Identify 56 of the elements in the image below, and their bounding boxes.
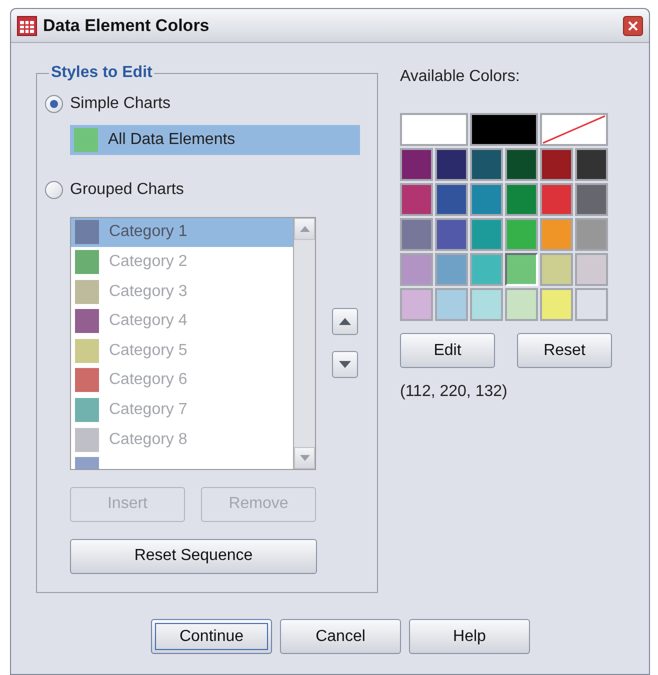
move-down-button[interactable] — [332, 351, 358, 378]
color-swatch[interactable] — [400, 288, 433, 321]
color-swatch[interactable] — [540, 183, 573, 216]
color-swatch[interactable] — [470, 218, 503, 251]
color-swatch[interactable] — [400, 183, 433, 216]
color-swatch[interactable] — [575, 183, 608, 216]
color-swatch[interactable] — [470, 253, 503, 286]
color-swatch[interactable] — [505, 288, 538, 321]
radio-button[interactable] — [45, 95, 63, 113]
radio-label: Simple Charts — [70, 94, 170, 114]
color-swatch[interactable] — [435, 218, 468, 251]
color-swatch[interactable] — [435, 288, 468, 321]
color-swatch[interactable] — [470, 288, 503, 321]
continue-button[interactable]: Continue — [151, 619, 272, 654]
palette-label: Available Colors: — [400, 67, 521, 87]
window-title: Data Element Colors — [43, 14, 210, 37]
color-swatch[interactable] — [400, 113, 468, 146]
table-icon — [17, 16, 37, 36]
color-swatch[interactable] — [575, 253, 608, 286]
move-up-button[interactable] — [332, 308, 358, 336]
color-swatch[interactable] — [400, 148, 433, 181]
radio-label: Grouped Charts — [70, 180, 184, 200]
color-swatch[interactable] — [505, 218, 538, 251]
cancel-button[interactable]: Cancel — [280, 619, 401, 654]
color-swatch[interactable] — [435, 183, 468, 216]
color-swatch[interactable] — [575, 148, 608, 181]
color-swatch[interactable] — [540, 253, 573, 286]
color-swatch[interactable] — [470, 113, 538, 146]
color-swatch[interactable] — [435, 148, 468, 181]
down-arrow-icon — [339, 361, 351, 368]
list-item[interactable]: All Data Elements — [70, 125, 360, 155]
edit-button[interactable]: Edit — [400, 333, 495, 368]
color-swatch[interactable] — [505, 183, 538, 216]
color-swatch[interactable] — [505, 253, 538, 286]
close-icon — [628, 20, 638, 30]
color-swatch[interactable] — [470, 148, 503, 181]
up-arrow-icon — [339, 318, 351, 326]
color-swatch[interactable] — [435, 253, 468, 286]
color-swatch[interactable] — [575, 218, 608, 251]
help-button[interactable]: Help — [409, 619, 530, 654]
reset-button[interactable]: Reset — [517, 333, 612, 368]
no-color-swatch[interactable] — [540, 113, 608, 146]
color-swatch[interactable] — [505, 148, 538, 181]
close-button[interactable] — [623, 16, 643, 36]
rgb-value: (112, 220, 132) — [400, 382, 508, 402]
color-swatch[interactable] — [470, 183, 503, 216]
color-swatch[interactable] — [400, 218, 433, 251]
color-swatch[interactable] — [575, 288, 608, 321]
down-arrow-icon — [300, 454, 310, 461]
color-swatch[interactable] — [540, 148, 573, 181]
up-arrow-icon — [300, 226, 310, 232]
group-title: Styles to Edit — [50, 65, 154, 81]
color-swatch[interactable] — [400, 253, 433, 286]
color-swatch[interactable] — [540, 288, 573, 321]
reset-sequence-button[interactable]: Reset Sequence — [70, 538, 317, 574]
color-swatch[interactable] — [540, 218, 573, 251]
